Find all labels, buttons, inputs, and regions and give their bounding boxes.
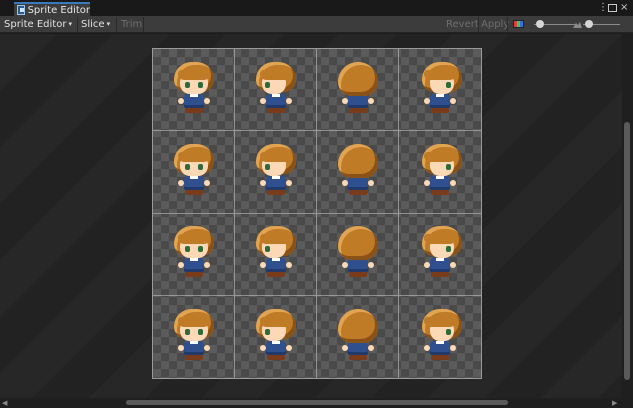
character-sprite-back (332, 307, 384, 363)
sprite-editor-icon (17, 5, 25, 15)
toolbar-divider (143, 17, 144, 32)
character-sprite-side-right (414, 307, 466, 363)
character-sprite-back (332, 142, 384, 198)
horizontal-scrollbar[interactable]: ◀ ▶ (0, 398, 633, 408)
alpha-slider-thumb[interactable] (536, 20, 544, 28)
sprite-frame-cell[interactable] (399, 214, 481, 296)
sprite-frame-cell[interactable] (399, 49, 481, 132)
mode-dropdown-label: Sprite Editor (4, 19, 67, 30)
toolbar-divider (478, 17, 479, 32)
character-sprite-side-right (414, 142, 466, 198)
rgb-channel-icon[interactable] (513, 20, 524, 28)
maximize-icon[interactable] (608, 4, 617, 12)
chevron-down-icon: ▾ (68, 20, 72, 28)
sprite-frame-cell[interactable] (235, 49, 317, 132)
slice-grid (153, 49, 481, 378)
character-sprite-side-right (414, 224, 466, 280)
close-icon[interactable]: × (620, 2, 628, 14)
slice-dropdown-label: Slice (81, 19, 105, 30)
sprite-frame-cell[interactable] (153, 295, 235, 378)
ellipsis-vertical-icon[interactable]: ⋮ (598, 2, 608, 14)
sprite-frame-cell[interactable] (317, 213, 399, 296)
mode-dropdown[interactable]: Sprite Editor ▾ (4, 18, 72, 31)
character-sprite-side-left (250, 224, 302, 280)
sprite-frame-cell[interactable] (235, 213, 317, 296)
window-titlebar: Sprite Editor ⋮ × (0, 0, 633, 16)
character-sprite-side-left (250, 307, 302, 363)
sprite-editor-toolbar: Sprite Editor ▾ Slice ▾ Trim Revert Apply (0, 16, 633, 33)
toolbar-divider (507, 17, 508, 32)
toolbar-divider (77, 17, 78, 32)
vertical-scrollbar[interactable] (622, 34, 633, 398)
horizontal-scroll-thumb[interactable] (126, 400, 508, 405)
sprite-frame-cell[interactable] (399, 296, 481, 378)
character-sprite-side-right (414, 60, 466, 116)
sprite-sheet-texture[interactable] (152, 48, 482, 379)
small-mountain-icon (573, 22, 582, 28)
sprite-frame-cell[interactable] (317, 295, 399, 378)
sprite-frame-cell[interactable] (235, 295, 317, 378)
sprite-frame-cell[interactable] (399, 131, 481, 214)
character-sprite-front (168, 224, 220, 280)
sprite-frame-cell[interactable] (153, 49, 235, 132)
character-sprite-side-left (250, 142, 302, 198)
character-sprite-side-left (250, 60, 302, 116)
revert-button[interactable]: Revert (446, 18, 479, 31)
chevron-down-icon: ▾ (106, 20, 111, 28)
sprite-frame-cell[interactable] (153, 131, 235, 214)
slice-dropdown[interactable]: Slice ▾ (81, 18, 110, 31)
trim-button[interactable]: Trim (121, 18, 142, 31)
zoom-slider[interactable] (583, 18, 620, 31)
character-sprite-back (332, 224, 384, 280)
tab-label: Sprite Editor (27, 4, 90, 16)
character-sprite-front (168, 307, 220, 363)
character-sprite-front (168, 142, 220, 198)
arrow-right-icon[interactable]: ▶ (612, 399, 617, 407)
sprite-frame-cell[interactable] (317, 131, 399, 214)
sprite-frame-cell[interactable] (153, 213, 235, 296)
toolbar-divider (116, 17, 117, 32)
sprite-frame-cell[interactable] (317, 49, 399, 132)
sprite-frame-cell[interactable] (235, 131, 317, 214)
character-sprite-back (332, 60, 384, 116)
zoom-slider-thumb[interactable] (585, 20, 593, 28)
tab-sprite-editor[interactable]: Sprite Editor (14, 2, 90, 16)
vertical-scroll-thumb[interactable] (624, 122, 630, 380)
apply-button[interactable]: Apply (481, 18, 509, 31)
character-sprite-front (168, 60, 220, 116)
arrow-left-icon[interactable]: ◀ (2, 399, 7, 407)
alpha-slider[interactable] (534, 18, 576, 31)
